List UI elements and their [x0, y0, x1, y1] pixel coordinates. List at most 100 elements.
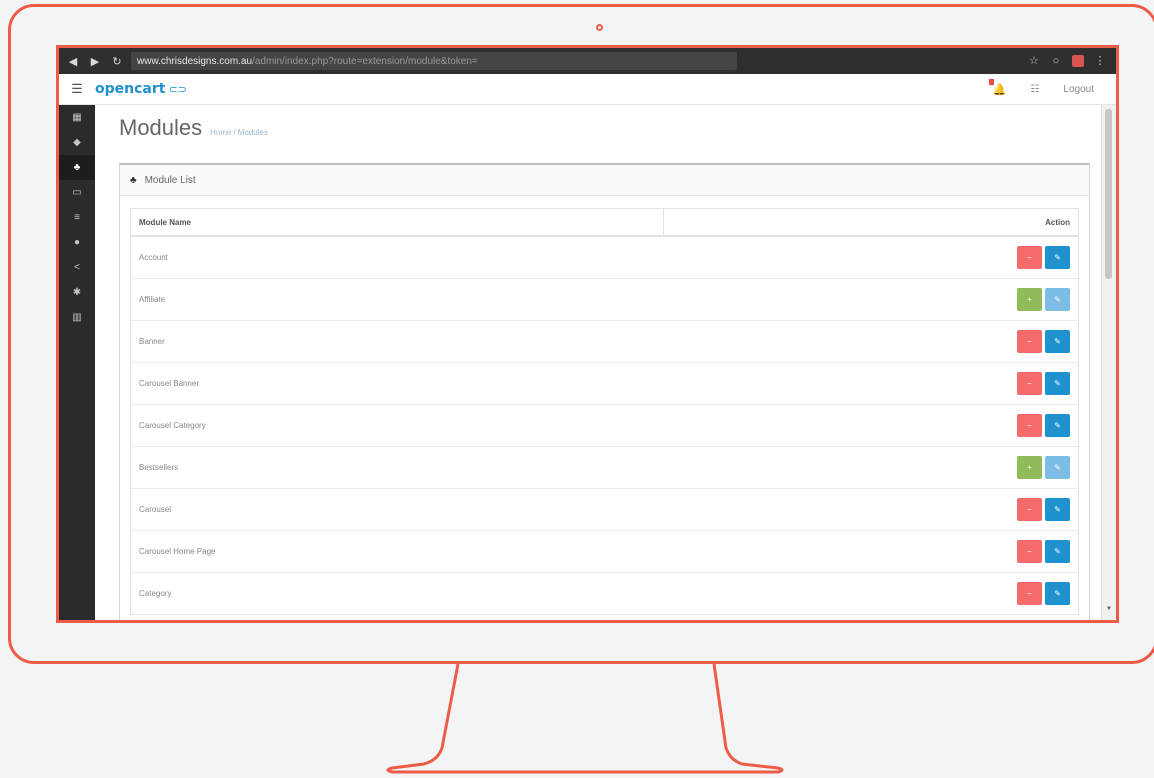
sidebar-item-5[interactable]: ●	[59, 230, 95, 255]
sidebar-item-4[interactable]: ≡	[59, 205, 95, 230]
logo-text: opencart	[95, 81, 166, 97]
customers-icon: ●	[73, 237, 81, 248]
row-actions: + ✎	[663, 446, 1078, 489]
sidebar-item-6[interactable]: <	[59, 255, 95, 280]
admin-header: ☰ opencart ⊂⊃ 🔔 ☷ Logout	[59, 74, 1116, 105]
module-name: Affiliate	[131, 278, 664, 321]
module-table-wrapper: Module Name Action Account − ✎ Affiliate + ✎ B…	[130, 208, 1079, 615]
back-arrow-icon[interactable]: ◀	[65, 55, 81, 68]
sidebar-item-8[interactable]: ▥	[59, 305, 95, 330]
extension-icon[interactable]	[1072, 55, 1084, 67]
database-icon[interactable]: ☷	[1030, 84, 1039, 95]
browser-actions: ☆ ○ ⋮	[1028, 55, 1106, 67]
scrollbar[interactable]: ▼	[1101, 105, 1116, 620]
edit-button[interactable]: ✎	[1045, 246, 1070, 269]
module-name: Carousel Banner	[131, 362, 664, 405]
monitor-stand	[386, 663, 784, 774]
url-host: www.chrisdesigns.com.au	[137, 55, 253, 67]
uninstall-button[interactable]: −	[1017, 246, 1042, 269]
system-icon: ✱	[72, 287, 82, 298]
header-actions: 🔔 ☷ Logout	[988, 78, 1094, 96]
uninstall-button[interactable]: −	[1017, 330, 1042, 353]
bell-icon[interactable]: 🔔	[988, 78, 1006, 96]
marketing-icon: <	[74, 262, 80, 273]
edit-button[interactable]: ✎	[1045, 456, 1070, 479]
module-table: Module Name Action Account − ✎ Affiliate + ✎ B…	[131, 209, 1078, 614]
opencart-admin: ☰ opencart ⊂⊃ 🔔 ☷ Logout ▦ ◆ ♣ ▭ ≡ ● < ✱ ▥ Module…	[59, 74, 1116, 620]
edit-button[interactable]: ✎	[1045, 372, 1070, 395]
table-row: Carousel Home Page − ✎	[131, 530, 1078, 573]
refresh-icon[interactable]: ○	[1050, 55, 1062, 67]
opencart-logo[interactable]: opencart ⊂⊃	[95, 81, 187, 97]
menu-toggle-icon[interactable]: ☰	[59, 81, 95, 97]
star-icon[interactable]: ☆	[1028, 55, 1040, 67]
edit-button[interactable]: ✎	[1045, 582, 1070, 605]
install-button[interactable]: +	[1017, 288, 1042, 311]
row-actions: + ✎	[663, 278, 1078, 321]
reports-icon: ▥	[72, 312, 82, 323]
screen: ◀ ▶ ↻ www.chrisdesigns.com.au /admin/ind…	[56, 45, 1119, 623]
url-path: /admin/index.php?route=extension/module&…	[252, 55, 478, 67]
module-name: Carousel Category	[131, 404, 664, 447]
uninstall-button[interactable]: −	[1017, 498, 1042, 521]
browser-toolbar: ◀ ▶ ↻ www.chrisdesigns.com.au /admin/ind…	[59, 48, 1116, 74]
sidebar-item-3[interactable]: ▭	[59, 180, 95, 205]
uninstall-button[interactable]: −	[1017, 582, 1042, 605]
row-actions: − ✎	[663, 530, 1078, 573]
catalog-icon: ◆	[73, 137, 81, 148]
menu-dots-icon[interactable]: ⋮	[1094, 55, 1106, 67]
scroll-down-arrow-icon[interactable]: ▼	[1105, 606, 1113, 612]
row-actions: − ✎	[663, 235, 1078, 279]
table-row: Affiliate + ✎	[131, 278, 1078, 321]
uninstall-button[interactable]: −	[1017, 372, 1042, 395]
edit-button[interactable]: ✎	[1045, 414, 1070, 437]
page-header: Modules Home / Modules	[119, 115, 1090, 153]
row-actions: − ✎	[663, 488, 1078, 531]
alert-badge	[988, 78, 994, 85]
breadcrumb-home[interactable]: Home	[210, 128, 231, 137]
edit-button[interactable]: ✎	[1045, 498, 1070, 521]
breadcrumb-modules[interactable]: Modules	[238, 128, 268, 137]
uninstall-button[interactable]: −	[1017, 414, 1042, 437]
panel-title: Module List	[144, 174, 196, 186]
sidebar-item-0[interactable]: ▦	[59, 105, 95, 130]
edit-button[interactable]: ✎	[1045, 288, 1070, 311]
uninstall-button[interactable]: −	[1017, 540, 1042, 563]
dashboard-icon: ▦	[72, 112, 82, 123]
row-actions: − ✎	[663, 320, 1078, 363]
table-row: Bestsellers + ✎	[131, 446, 1078, 489]
page-title: Modules	[119, 115, 203, 140]
module-name: Banner	[131, 320, 664, 363]
reload-icon[interactable]: ↻	[109, 55, 125, 68]
camera-dot	[596, 24, 603, 31]
install-button[interactable]: +	[1017, 456, 1042, 479]
table-row: Account − ✎	[131, 235, 1078, 279]
module-name: Category	[131, 572, 664, 614]
forward-arrow-icon[interactable]: ▶	[87, 55, 103, 68]
table-row: Category − ✎	[131, 572, 1078, 614]
column-action: Action	[662, 209, 1078, 237]
address-bar[interactable]: www.chrisdesigns.com.au /admin/index.php…	[131, 52, 737, 70]
panel-heading: ♣ Module List	[120, 165, 1089, 196]
module-list-panel: ♣ Module List Module Name Action Account…	[119, 163, 1090, 620]
puzzle-icon: ♣	[130, 174, 137, 186]
module-name: Carousel	[131, 488, 664, 531]
logout-link[interactable]: Logout	[1063, 84, 1094, 95]
module-name: Carousel Home Page	[131, 530, 664, 573]
table-header-row: Module Name Action	[131, 209, 1078, 237]
sidebar-item-2[interactable]: ♣	[59, 155, 95, 180]
breadcrumb: Home / Modules	[210, 128, 268, 137]
edit-button[interactable]: ✎	[1045, 540, 1070, 563]
row-actions: − ✎	[663, 572, 1078, 614]
sidebar-item-7[interactable]: ✱	[59, 280, 95, 305]
edit-button[interactable]: ✎	[1045, 330, 1070, 353]
module-name: Account	[131, 235, 664, 279]
column-module-name[interactable]: Module Name	[131, 209, 664, 237]
table-row: Carousel Category − ✎	[131, 404, 1078, 447]
main-content: Modules Home / Modules ♣ Module List Modul…	[95, 105, 1102, 620]
extensions-icon: ♣	[73, 162, 81, 173]
table-row: Banner − ✎	[131, 320, 1078, 363]
sidebar-item-1[interactable]: ◆	[59, 130, 95, 155]
sales-icon: ≡	[74, 212, 80, 223]
scrollbar-thumb[interactable]	[1105, 109, 1112, 279]
